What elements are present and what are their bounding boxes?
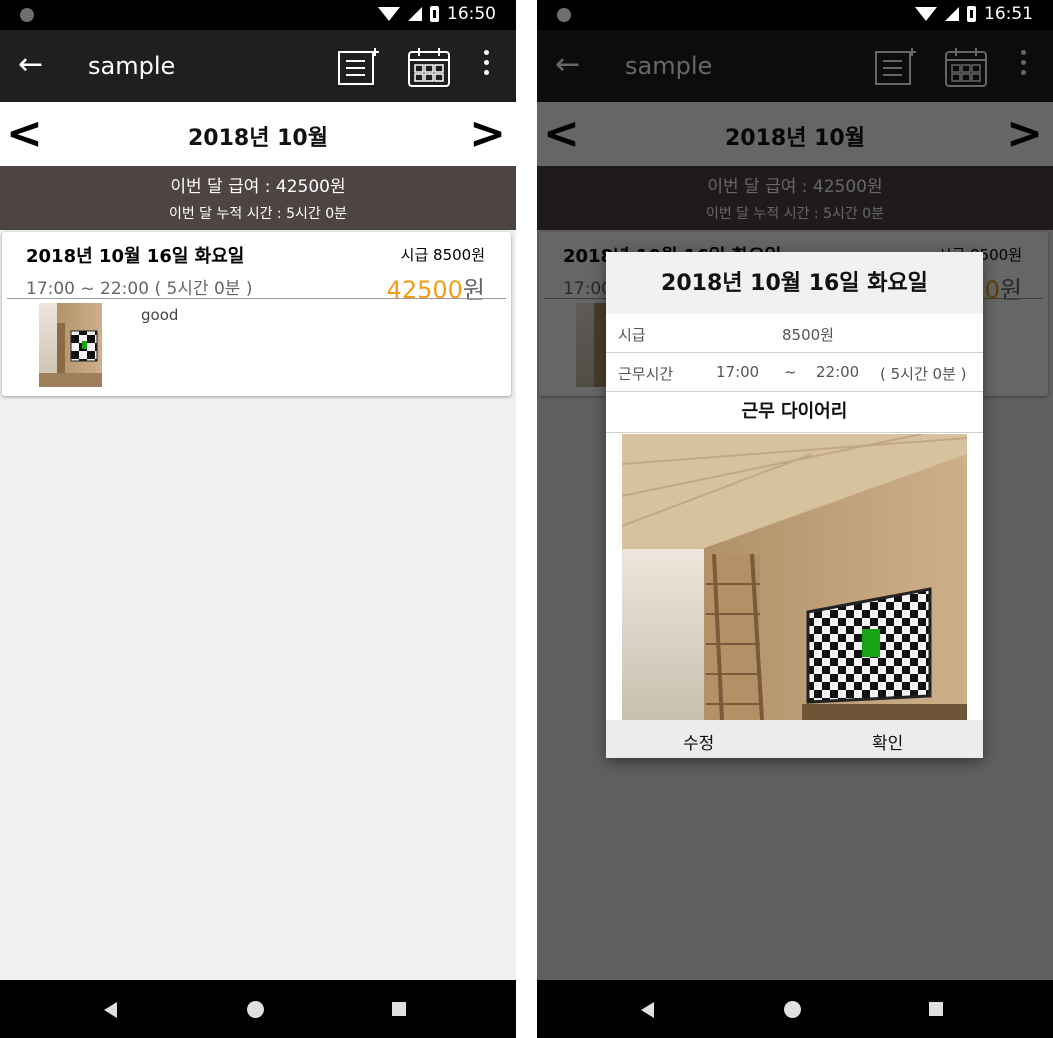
time-label: 근무시간 [618,365,674,383]
signal-icon [408,7,422,21]
diary-heading: 근무 다이어리 [606,392,983,433]
card-divider [7,298,506,299]
add-memo-icon[interactable] [337,48,379,90]
entry-date: 2018년 10월 16일 화요일 [26,246,245,267]
diary-photo [622,434,967,720]
system-nav-bar [0,980,516,1038]
screen-divider [516,0,537,1038]
nav-recents-icon[interactable] [392,1002,406,1016]
entry-pay: 42500원 [387,270,485,305]
notification-icon [557,8,571,22]
entry-pay-unit: 원 [462,276,485,304]
work-detail-dialog: 2018년 10월 16일 화요일 시급 8500원 근무시간 17:00 ~ … [606,252,983,758]
calendar-icon[interactable] [408,47,450,91]
entry-work-time: 17:00 ~ 22:00 ( 5시간 0분 ) [26,279,253,299]
battery-icon [967,6,976,22]
time-separator: ~ [784,363,797,381]
monthly-hours-text: 이번 달 누적 시간 : 5시간 0분 [168,206,348,222]
wifi-icon [915,7,937,21]
month-navigator: < 2018년 10월 > [0,102,516,166]
status-time: 16:51 [984,4,1033,24]
month-label: 2018년 10월 [188,126,328,151]
app-toolbar: ← sample [0,30,516,102]
status-bar: 16:51 [537,0,1053,30]
dialog-title: 2018년 10월 16일 화요일 [606,252,983,314]
end-time: 22:00 [816,363,860,381]
battery-icon [430,6,439,22]
nav-back-icon[interactable] [104,1002,117,1018]
screen-detail-dialog: 16:51 ← sample [537,0,1053,1038]
diary-photo-thumbnail[interactable] [39,303,102,387]
work-entry-card[interactable]: 2018년 10월 16일 화요일 시급 8500원 17:00 ~ 22:00… [2,232,511,396]
monthly-summary: 이번 달 급여 : 42500원 이번 달 누적 시간 : 5시간 0분 [0,166,516,230]
nav-home-icon[interactable] [247,1001,264,1018]
start-time: 17:00 [716,363,760,381]
nav-home-icon[interactable] [784,1001,801,1018]
monthly-pay-text: 이번 달 급여 : 42500원 [170,177,346,197]
signal-icon [945,7,959,21]
entry-hourly-wage: 시급 8500원 [400,246,485,264]
entry-note: good [141,306,179,324]
next-month-chevron-icon[interactable]: > [469,112,506,156]
dialog-time-row: 근무시간 17:00 ~ 22:00 ( 5시간 0분 ) [606,353,983,392]
screen-list-view: 16:50 ← sample < 2018년 10월 > 이번 달 급여: 4… [0,0,516,1038]
dialog-wage-row: 시급 8500원 [606,314,983,353]
nav-recents-icon[interactable] [929,1002,943,1016]
status-bar: 16:50 [0,0,516,30]
wage-label: 시급 [618,326,646,344]
dialog-button-bar: 수정 확인 [606,720,983,758]
status-time: 16:50 [447,4,496,24]
entry-pay-amount: 42500 [386,276,463,304]
system-nav-bar [537,980,1053,1038]
edit-button[interactable]: 수정 [683,729,714,754]
wage-value: 8500원 [782,326,834,344]
wifi-icon [378,7,400,21]
back-arrow-icon[interactable]: ← [18,48,43,82]
nav-back-icon[interactable] [641,1002,654,1018]
work-duration: ( 5시간 0분 ) [880,365,967,383]
more-options-icon[interactable] [476,50,496,80]
app-title: sample [88,52,176,80]
confirm-button[interactable]: 확인 [872,729,903,754]
notification-icon [20,8,34,22]
